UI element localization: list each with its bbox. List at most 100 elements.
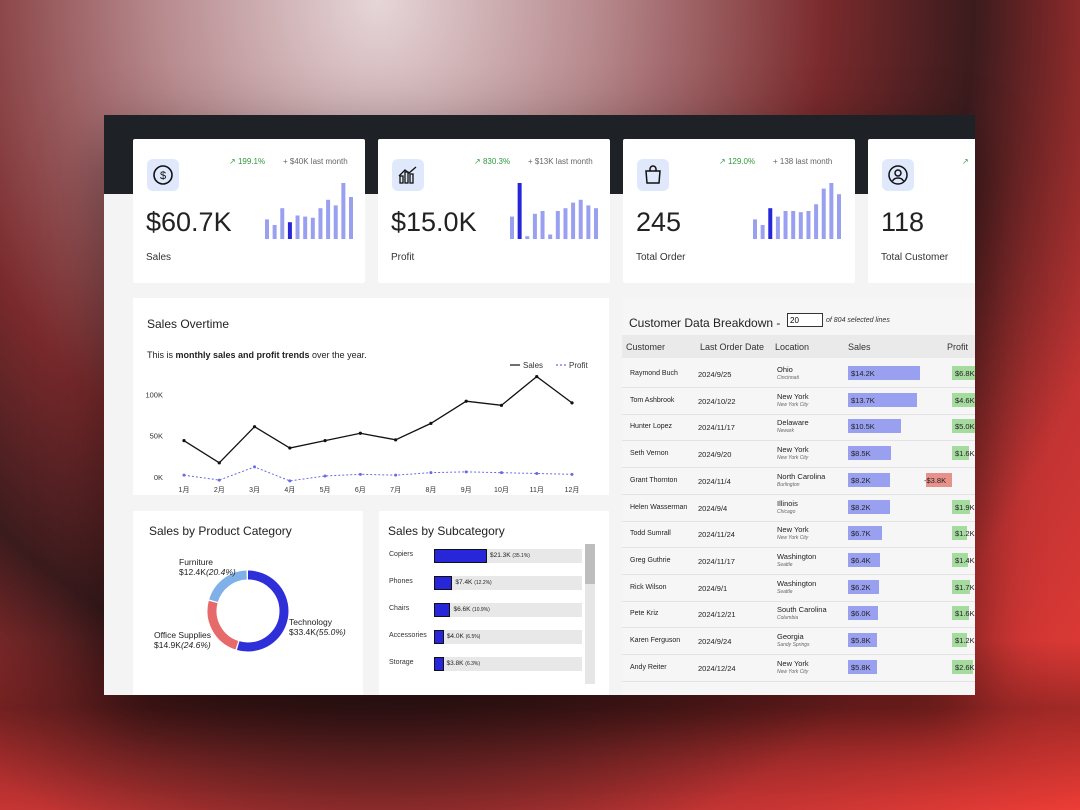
subcategory-row[interactable]: Storage $3.8K (6.3%) (389, 657, 585, 671)
kpi-bar (303, 216, 308, 239)
column-header-last-order-date[interactable]: Last Order Date (700, 342, 764, 352)
kpi-bar (571, 202, 576, 239)
svg-text:$: $ (160, 170, 166, 182)
table-row[interactable]: Raymond Buch 2024/9/25 Ohio Cincinnati $14.2… (622, 360, 975, 388)
sales-value: $5.8K (851, 636, 871, 645)
kpi-sparkbars (265, 183, 353, 239)
data-point (323, 474, 327, 478)
kpi-bar (272, 225, 277, 239)
profit-value: $1.7K (955, 582, 975, 592)
kpi-bar (287, 222, 292, 239)
sales-overtime-panel: Sales Overtime This is monthly sales and… (133, 298, 609, 495)
data-point (464, 399, 468, 403)
kpi-bar (265, 219, 269, 239)
last-order-date: 2024/9/24 (698, 637, 732, 646)
user-icon (882, 159, 914, 191)
kpi-bar (563, 208, 568, 239)
data-point (464, 470, 468, 474)
x-tick-label: 11月 (530, 486, 544, 494)
table-row[interactable]: Andy Reiter 2024/12/24 New York New York Ci… (622, 654, 975, 682)
x-tick-label: 1月 (179, 486, 190, 494)
profit-value: $5.0K (955, 422, 975, 432)
kpi-bar (510, 216, 514, 239)
profit-value: $1.9K (955, 502, 975, 512)
location-state: Illinois (777, 498, 798, 508)
subcategory-bar (434, 657, 444, 671)
sales-value: $10.5K (851, 422, 875, 432)
location-state: Georgia (777, 632, 804, 641)
lines-count-input[interactable] (787, 313, 823, 327)
location-city: Seattle (777, 588, 793, 595)
table-row[interactable]: Todd Sumrall 2024/11/24 New York New York C… (622, 520, 975, 549)
kpi-bar (768, 208, 773, 239)
location-city: Sandy Springs (777, 642, 810, 648)
kpi-sparkbars (753, 183, 841, 239)
subcategory-row[interactable]: Accessories $4.0K (6.5%) (389, 630, 585, 644)
customer-name: Pete Kriz (630, 610, 659, 618)
data-point (288, 446, 292, 450)
table-row[interactable]: Pete Kriz 2024/12/21 South Carolina Columbi… (622, 600, 975, 629)
chart-icon (392, 159, 424, 191)
last-order-date: 2024/9/1 (698, 583, 728, 593)
panel-title: Sales by Subcategory (388, 524, 505, 538)
data-point (394, 473, 398, 477)
profit-value: $1.4K (955, 555, 975, 565)
x-tick-label: 6月 (355, 486, 366, 494)
kpi-card-total-order[interactable]: ↗ 129.0% + 138 last month 245 Total Orde… (623, 139, 855, 283)
table-row[interactable]: Seth Vernon 2024/9/20 New York New York Cit… (622, 440, 975, 469)
subcategory-value: $3.8K (6.3%) (446, 660, 481, 667)
customer-name: Grant Thornton (630, 476, 678, 484)
column-header-profit[interactable]: Profit (947, 342, 968, 352)
data-point (570, 472, 574, 476)
kpi-change: ↗ 199.1% (229, 157, 266, 166)
scrollbar-thumb[interactable] (585, 544, 595, 584)
column-header-location[interactable]: Location (775, 342, 809, 352)
column-header-customer[interactable]: Customer (626, 342, 665, 352)
kpi-last-month: + $40K last month (283, 157, 348, 166)
donut-label-furniture: Furniture $12.4K(20.4%) (179, 557, 236, 577)
data-point (429, 471, 433, 475)
last-order-date: 2024/11/17 (698, 423, 735, 433)
scrollbar[interactable] (585, 544, 595, 684)
subcategory-row[interactable]: Phones $7.4K (12.2%) (389, 576, 585, 590)
customer-name: Hunter Lopez (630, 423, 673, 431)
last-order-date: 2024/9/20 (698, 450, 732, 460)
subcategory-value: $7.4K (12.2%) (455, 579, 492, 586)
subcategory-label: Copiers (389, 551, 414, 558)
series-line-sales (183, 375, 573, 464)
table-row[interactable]: Hunter Lopez 2024/11/17 Delaware Newark $10.… (622, 413, 975, 442)
kpi-card-profit[interactable]: ↗ 830.3% + $13K last month $15.0K Profit (378, 139, 610, 283)
location-state: Washington (777, 578, 817, 588)
trend-up-icon: ↗ (962, 157, 969, 166)
customer-name: Raymond Buch (630, 370, 678, 377)
table-row[interactable]: Helen Wasserman 2024/9/4 Illinois Chicago $8… (622, 494, 975, 522)
table-row[interactable]: Rick Wilson 2024/9/1 Washington Seattle $6.2… (622, 574, 975, 602)
y-tick-label: 50K (150, 432, 163, 441)
table-row[interactable]: Grant Thornton 2024/11/4 North Carolina Bur… (622, 467, 975, 495)
kpi-label: Total Order (636, 252, 686, 263)
kpi-value: 118 (881, 207, 925, 237)
kpi-value: $60.7K (146, 207, 232, 237)
location-city: Seattle (777, 561, 793, 568)
table-row[interactable]: Karen Ferguson 2024/9/24 Georgia Sandy Spri… (622, 627, 975, 655)
kpi-bar (775, 216, 780, 239)
kpi-bar (753, 219, 757, 239)
profit-value: $1.2K (955, 529, 975, 539)
profit-value: $2.6K (955, 662, 975, 672)
subcategory-row[interactable]: Copiers $21.3K (35.1%) (389, 549, 585, 563)
kpi-bar (791, 211, 796, 239)
subcategory-label: Accessories (389, 632, 427, 639)
kpi-card-sales[interactable]: $ ↗ 199.1% + $40K last month $60.7K Sale… (133, 139, 365, 283)
column-header-sales[interactable]: Sales (848, 342, 871, 352)
subcategory-row[interactable]: Chairs $6.6K (10.9%) (389, 603, 585, 617)
kpi-card-total-customer[interactable]: ↗ 118 Total Customer (868, 139, 975, 283)
sales-value: $6.0K (851, 609, 871, 619)
kpi-value: 245 (636, 207, 682, 237)
sales-value: $13.7K (851, 395, 875, 405)
kpi-bar (760, 225, 765, 239)
table-row[interactable]: Greg Guthrie 2024/11/17 Washington Seattle $… (622, 547, 975, 575)
table-row[interactable]: Tom Ashbrook 2024/10/22 New York New York C… (622, 387, 975, 415)
x-tick-label: 10月 (494, 486, 509, 494)
location-city: Burlington (777, 481, 800, 488)
location-city: Chicago (777, 508, 796, 515)
